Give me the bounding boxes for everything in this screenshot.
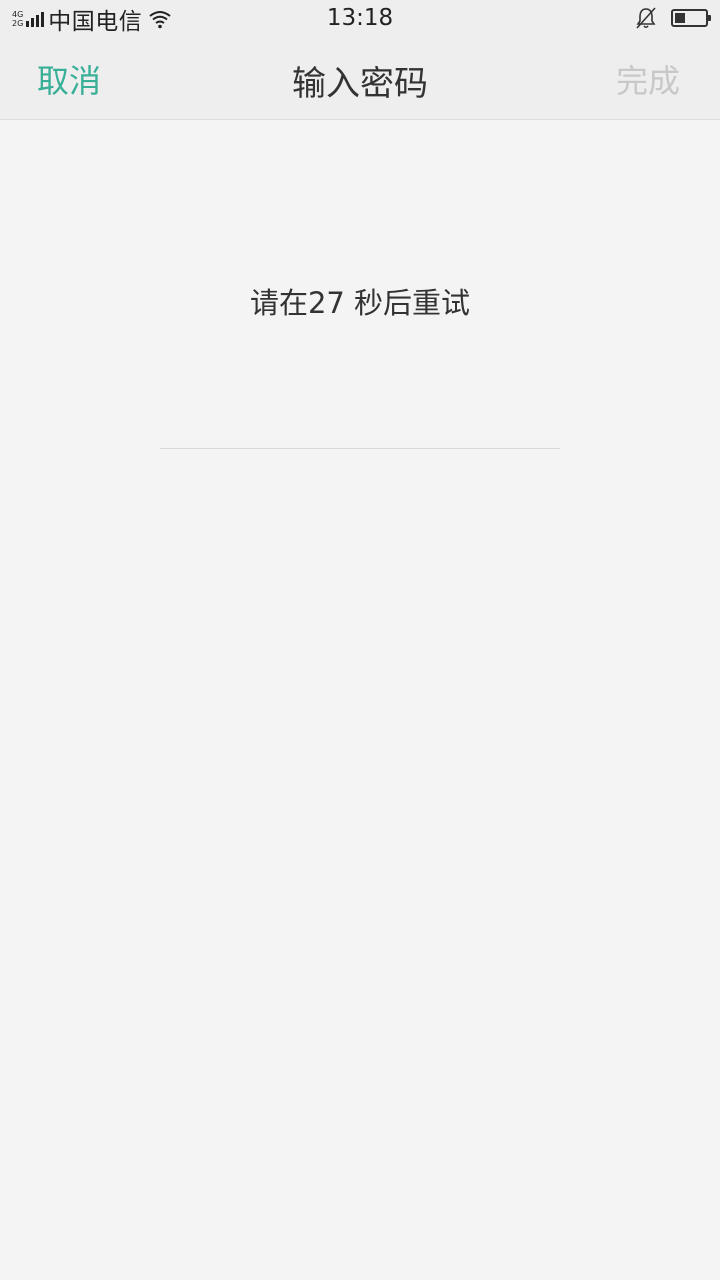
nav-bar: 取消 输入密码 完成 [0, 38, 720, 120]
battery-level-fill [675, 13, 686, 23]
status-time: 13:18 [326, 5, 394, 31]
password-input-underline[interactable] [160, 448, 560, 449]
retry-countdown-message: 请在27 秒后重试 [249, 286, 471, 320]
status-right [635, 6, 711, 30]
page-title: 输入密码 [292, 64, 428, 104]
battery-icon [671, 9, 711, 27]
status-bar: 4G 2G 中国电信 13:18 [0, 0, 720, 38]
bell-muted-icon [636, 7, 656, 29]
screen: 4G 2G 中国电信 13:18 取消 输入密码 完成 请在27 秒后重试 [0, 0, 720, 1280]
done-button[interactable]: 完成 [616, 56, 680, 102]
